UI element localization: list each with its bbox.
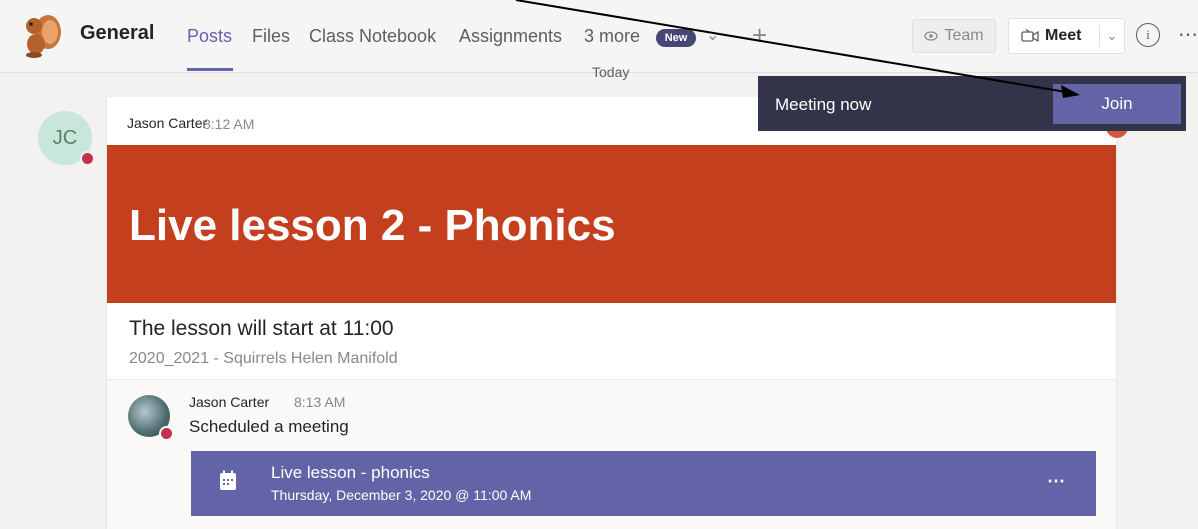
annotation-arrow-icon (515, 0, 1080, 98)
